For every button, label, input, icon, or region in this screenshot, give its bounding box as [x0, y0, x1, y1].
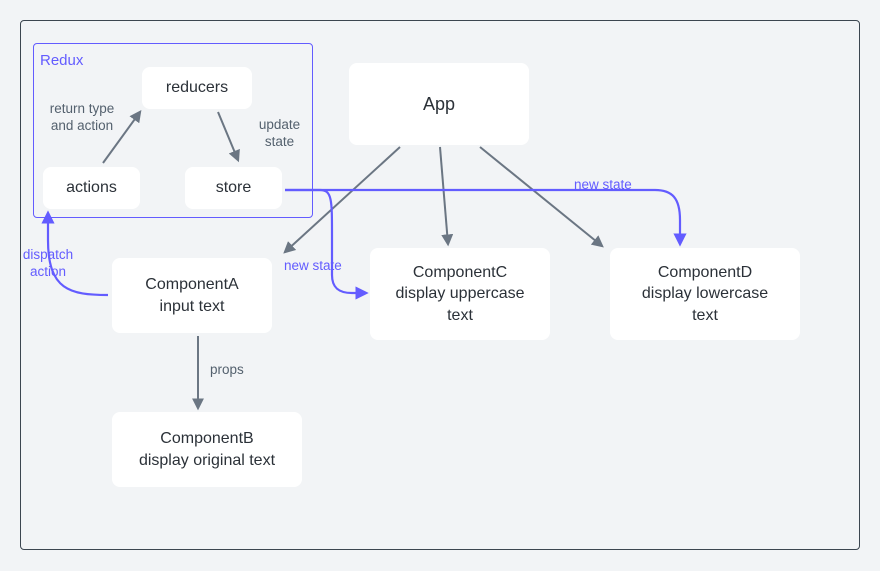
label-update-state: update state — [252, 117, 307, 151]
node-component-c-text: ComponentC display uppercase text — [396, 262, 525, 327]
node-actions-text: actions — [66, 177, 117, 199]
node-component-a-text: ComponentA input text — [145, 274, 238, 317]
node-reducers-text: reducers — [166, 77, 228, 99]
label-new-state-2: new state — [574, 177, 632, 194]
label-props: props — [210, 362, 244, 379]
node-component-d-text: ComponentD display lowercase text — [642, 262, 768, 327]
node-component-d: ComponentD display lowercase text — [610, 248, 800, 340]
label-return-type-action: return type and action — [42, 101, 122, 135]
node-component-c: ComponentC display uppercase text — [370, 248, 550, 340]
node-actions: actions — [43, 167, 140, 209]
node-component-b-text: ComponentB display original text — [139, 428, 275, 471]
node-store: store — [185, 167, 282, 209]
redux-label: Redux — [40, 52, 83, 69]
label-new-state-1: new state — [284, 258, 342, 275]
node-component-b: ComponentB display original text — [112, 412, 302, 487]
node-store-text: store — [216, 177, 252, 199]
label-dispatch-action: dispatch action — [18, 247, 78, 281]
node-component-a: ComponentA input text — [112, 258, 272, 333]
node-app-text: App — [423, 92, 455, 116]
node-app: App — [349, 63, 529, 145]
node-reducers: reducers — [142, 67, 252, 109]
